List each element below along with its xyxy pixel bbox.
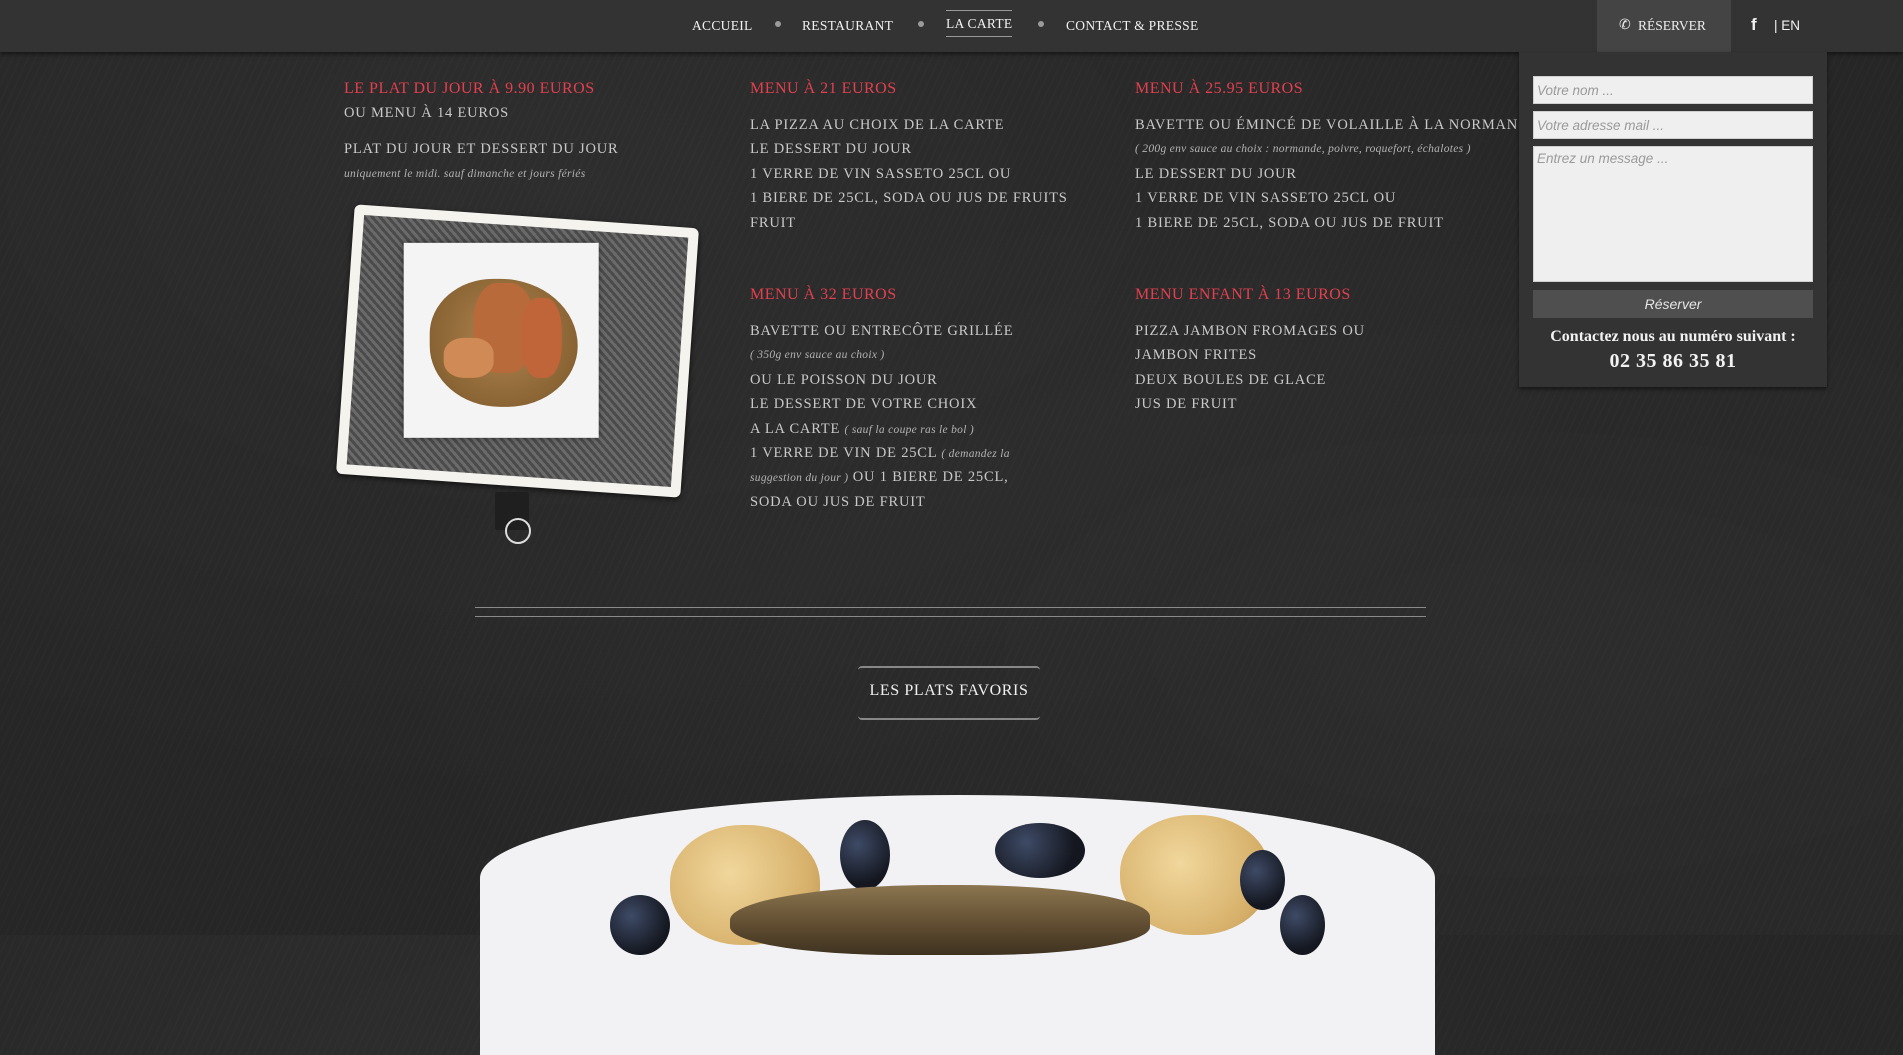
menu-2595-line: BAVETTE OU ÉMINCÉ DE VOLAILLE À LA NORMA…: [1135, 117, 1519, 133]
menu-32-title: MENU À 32 EUROS: [750, 286, 897, 303]
menu-32-note: suggestion du jour ): [750, 472, 849, 484]
menu-32-line: LE DESSERT DE VOTRE CHOIX: [750, 396, 978, 412]
menu-enfant-line: JUS DE FRUIT: [1135, 396, 1238, 412]
reserve-label: RÉSERVER: [1638, 18, 1706, 33]
nav-accueil[interactable]: ACCUEIL: [692, 18, 753, 34]
menu-32-note: ( 350g env sauce au choix ): [750, 349, 885, 361]
menu-2595-title: MENU À 25.95 EUROS: [1135, 80, 1304, 97]
menu-enfant-line: PIZZA JAMBON FROMAGES OU: [1135, 323, 1365, 339]
language-switch-en[interactable]: | EN: [1774, 18, 1800, 33]
menu-32-line: 1 VERRE DE VIN DE 25CL ( demandez la: [750, 445, 1010, 462]
contact-phone-number: 02 35 86 35 81: [1609, 350, 1737, 372]
dish-polaroid-photo: [336, 204, 703, 544]
menu-32-line: A LA CARTE ( sauf la coupe ras le bol ): [750, 421, 974, 438]
plat-du-jour-note: uniquement le midi. sauf dimanche et jou…: [344, 168, 586, 180]
reservation-panel: Réserver Contactez nous au numéro suivan…: [1519, 52, 1827, 387]
menu-32-text: 1 VERRE DE VIN DE 25CL: [750, 445, 937, 461]
favorites-title: LES PLATS FAVORIS: [869, 682, 1029, 699]
menu-21-line: LE DESSERT DU JOUR: [750, 141, 912, 157]
nav-separator-dot: [1038, 21, 1044, 27]
reserver-submit-button[interactable]: Réserver: [1533, 290, 1813, 318]
phone-icon: ✆: [1619, 17, 1631, 33]
menu-32-text: OU 1 BIERE DE 25CL,: [852, 469, 1009, 485]
menu-32-line: BAVETTE OU ENTRECÔTE GRILLÉE: [750, 323, 1014, 339]
menu-21-line: LA PIZZA AU CHOIX DE LA CARTE: [750, 117, 1005, 133]
favorite-dish-photo: [480, 795, 1435, 1055]
menu-21-line: FRUIT: [750, 215, 796, 231]
menu-21-line: 1 BIERE DE 25CL, SODA OU JUS DE FRUITS: [750, 190, 1068, 206]
nav-separator-dot: [918, 21, 924, 27]
top-navigation-bar: ACCUEIL RESTAURANT LA CARTE CONTACT & PR…: [0, 0, 1903, 52]
nav-contact-presse[interactable]: CONTACT & PRESSE: [1066, 18, 1199, 34]
menu-32-note: ( sauf la coupe ras le bol ): [844, 424, 974, 436]
menu-32-text: A LA CARTE: [750, 421, 841, 437]
menu-21-title: MENU À 21 EUROS: [750, 80, 897, 97]
reserve-button[interactable]: ✆ RÉSERVER: [1597, 0, 1731, 52]
name-input[interactable]: [1533, 76, 1813, 104]
message-textarea[interactable]: [1533, 146, 1813, 282]
email-input[interactable]: [1533, 111, 1813, 139]
nav-restaurant[interactable]: RESTAURANT: [802, 18, 893, 34]
plat-du-jour-subtitle: OU MENU À 14 EUROS: [344, 105, 510, 121]
paper-clip-ring: [505, 518, 531, 544]
section-divider: [475, 607, 1426, 617]
nav-la-carte[interactable]: LA CARTE: [946, 10, 1013, 37]
facebook-icon[interactable]: f: [1751, 16, 1761, 33]
plate-image: [403, 242, 599, 438]
plat-du-jour-title: LE PLAT DU JOUR À 9.90 EUROS: [344, 80, 595, 97]
menu-32-line: suggestion du jour ) OU 1 BIERE DE 25CL,: [750, 469, 1009, 486]
menu-32-line: SODA OU JUS DE FRUIT: [750, 494, 926, 510]
menu-enfant-line: DEUX BOULES DE GLACE: [1135, 372, 1327, 388]
menu-2595-line: 1 VERRE DE VIN SASSETO 25CL OU: [1135, 190, 1397, 206]
plat-du-jour-line: PLAT DU JOUR ET DESSERT DU JOUR: [344, 141, 619, 157]
menu-21-line: 1 VERRE DE VIN SASSETO 25CL OU: [750, 166, 1012, 182]
menu-enfant-title: MENU ENFANT À 13 EUROS: [1135, 286, 1351, 303]
nav-separator-dot: [775, 21, 781, 27]
menu-2595-line: LE DESSERT DU JOUR: [1135, 166, 1297, 182]
polaroid-front-photo: [336, 204, 699, 498]
menu-2595-line: 1 BIERE DE 25CL, SODA OU JUS DE FRUIT: [1135, 215, 1444, 231]
menu-32-note: ( demandez la: [941, 448, 1010, 460]
menu-2595-note: ( 200g env sauce au choix : normande, po…: [1135, 143, 1471, 155]
menu-enfant-line: JAMBON FRITES: [1135, 347, 1257, 363]
contact-label: Contactez nous au numéro suivant :: [1550, 328, 1796, 345]
menu-32-line: OU LE POISSON DU JOUR: [750, 372, 938, 388]
